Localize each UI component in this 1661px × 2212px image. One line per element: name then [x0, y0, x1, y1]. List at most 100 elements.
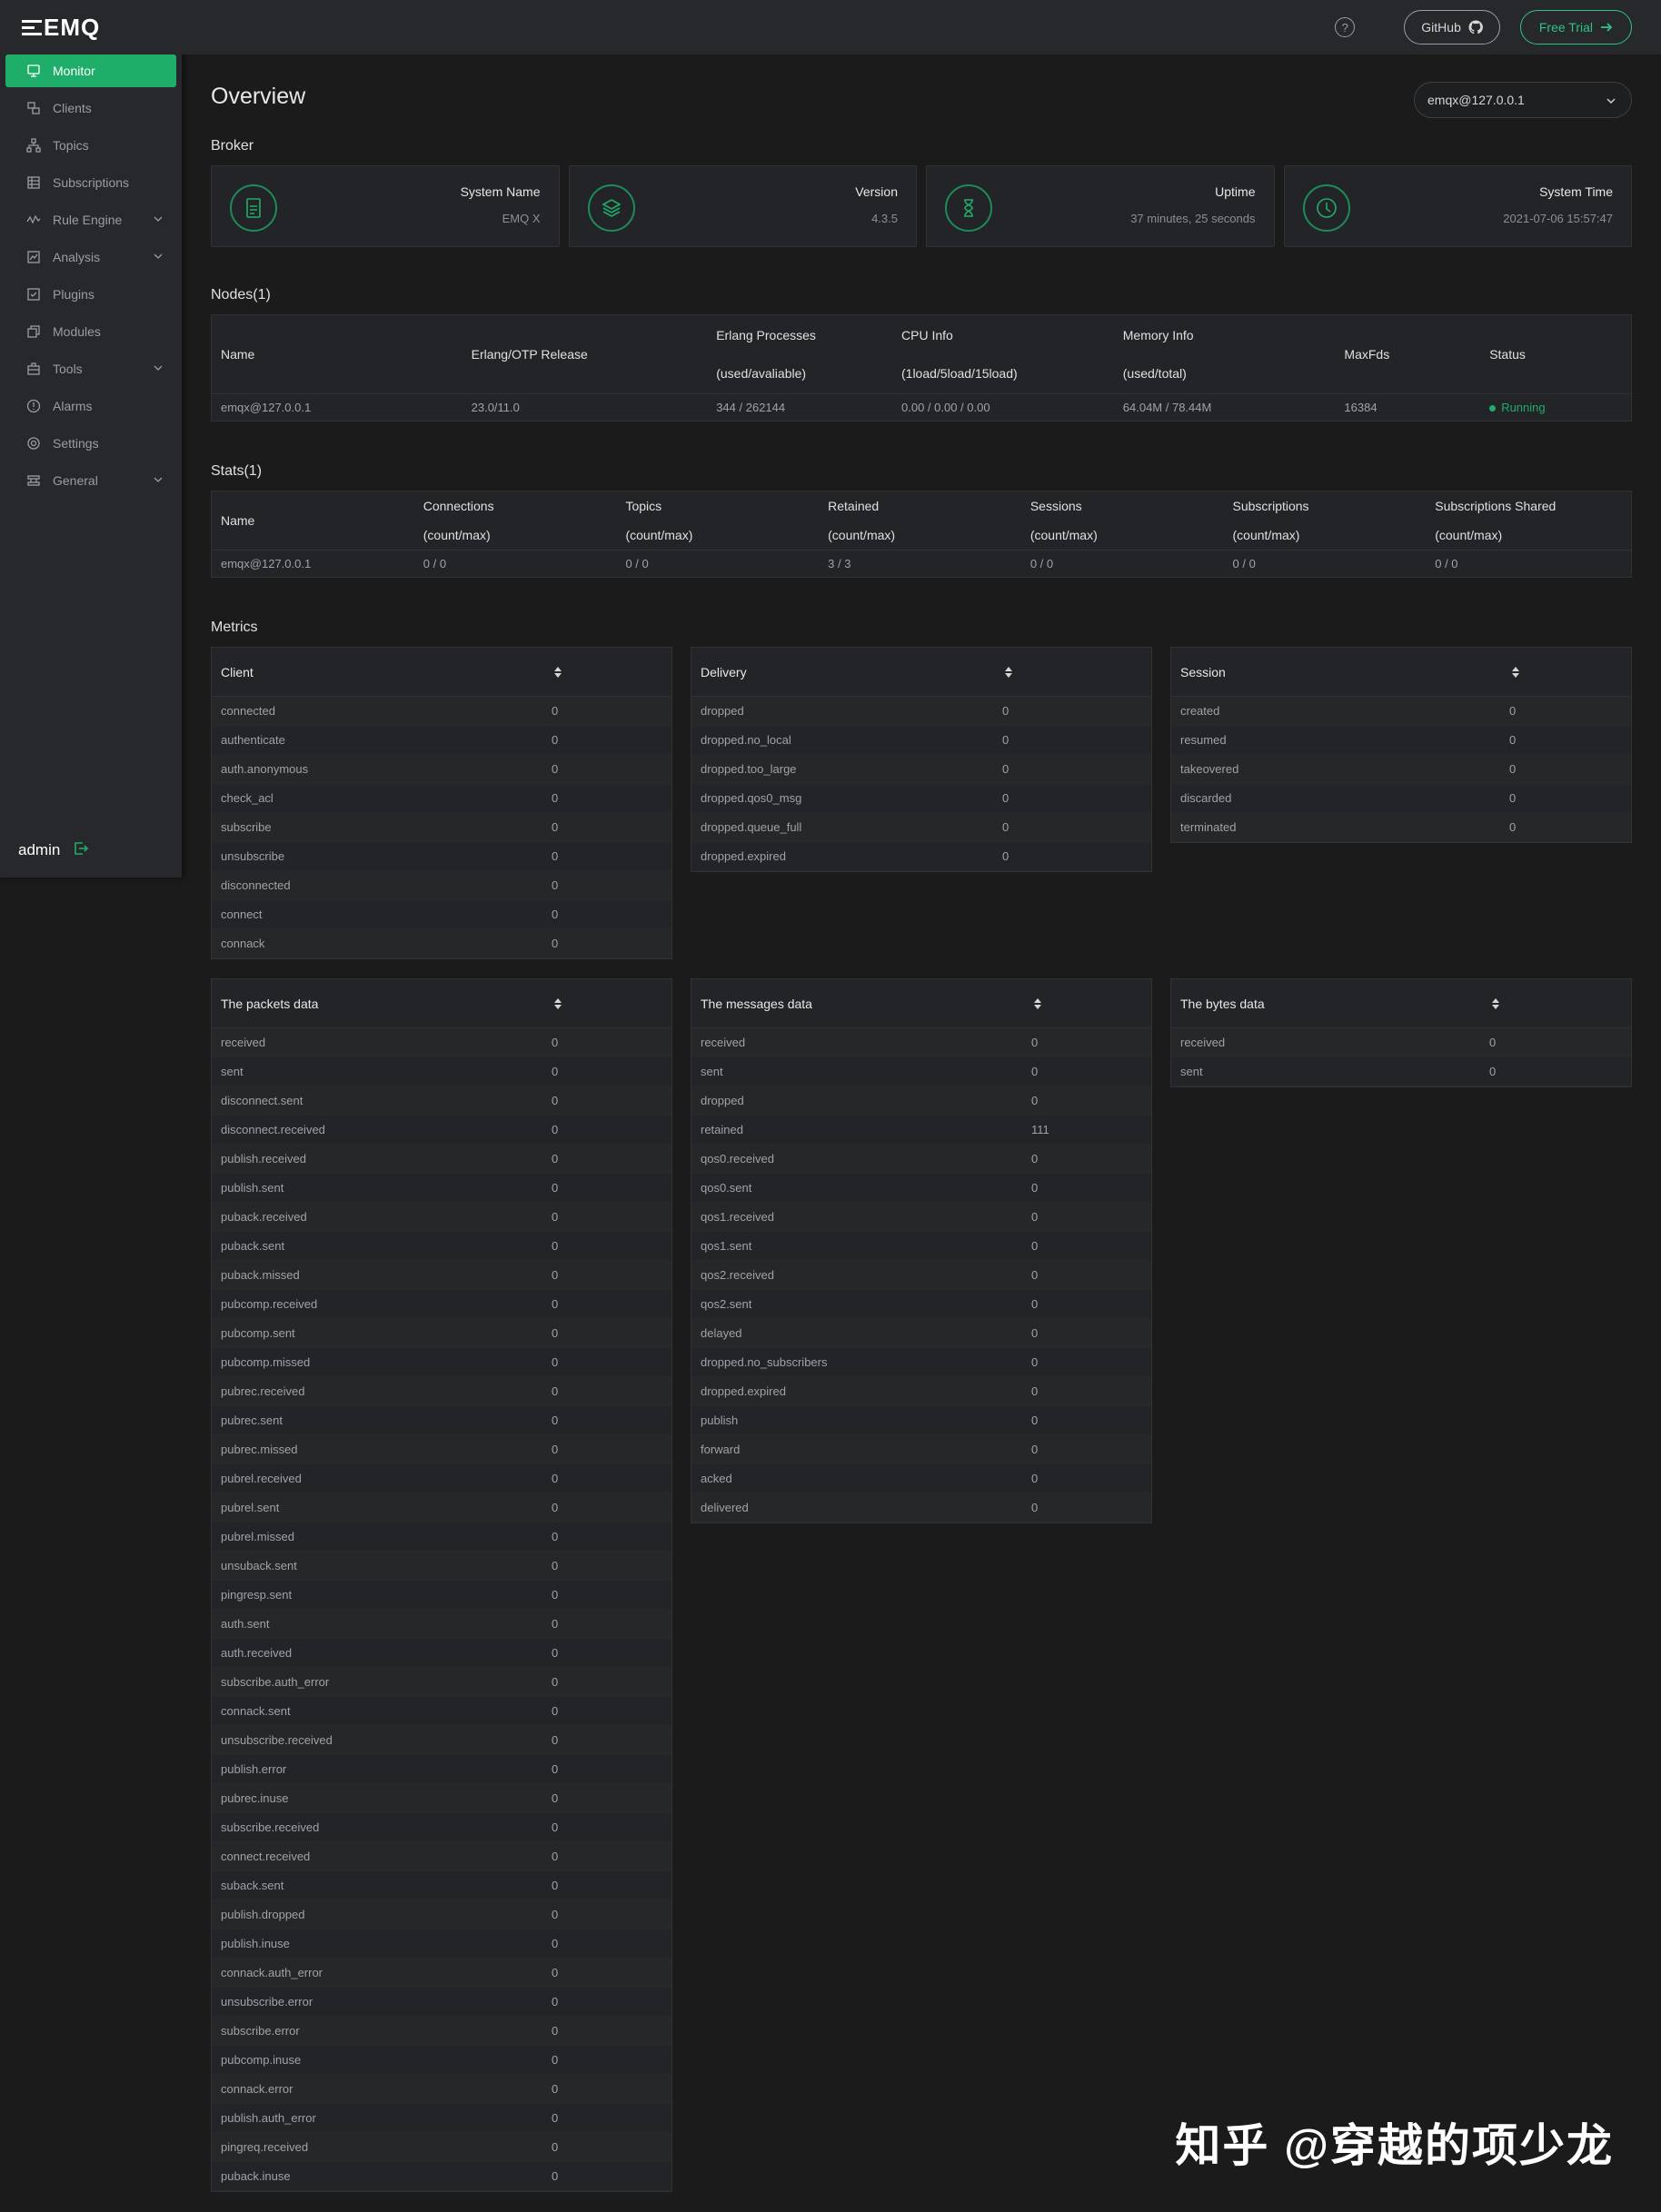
sidebar-item-label: Plugins — [53, 287, 94, 302]
sort-icon[interactable] — [553, 997, 562, 1010]
metric-value: 0 — [552, 1297, 559, 1311]
arrow-right-icon — [1601, 23, 1613, 32]
metric-key: disconnect.sent — [221, 1094, 303, 1107]
table-cell: 23.0/11.0 — [471, 400, 520, 414]
sidebar-item-label: Rule Engine — [53, 213, 123, 227]
chevron-down-icon — [154, 253, 163, 259]
metric-value: 0 — [552, 849, 559, 863]
logout-icon[interactable] — [73, 840, 89, 861]
metric-key: unsubscribe.error — [221, 1995, 313, 2009]
metric-value: 0 — [1031, 1413, 1039, 1427]
metric-key: subscribe.error — [221, 2024, 300, 2038]
sidebar-item-alarms[interactable]: Alarms — [5, 390, 176, 422]
broker-card-label: Uptime — [1215, 184, 1256, 199]
sort-icon[interactable] — [1033, 997, 1042, 1010]
chevron-down-icon — [154, 365, 163, 371]
help-icon[interactable]: ? — [1335, 17, 1356, 37]
metric-row: publish.received 0 — [212, 1145, 671, 1174]
sidebar-item-modules[interactable]: Modules — [5, 315, 176, 348]
metric-key: created — [1180, 704, 1220, 718]
metric-key: dropped.expired — [701, 1384, 786, 1398]
metric-row: pubcomp.missed 0 — [212, 1348, 671, 1377]
metric-value: 0 — [552, 878, 559, 892]
sidebar-item-rule-engine[interactable]: Rule Engine — [5, 203, 176, 236]
metric-key: disconnect.received — [221, 1123, 325, 1136]
metric-row: auth.received 0 — [212, 1639, 671, 1668]
node-select[interactable]: emqx@127.0.0.1 — [1414, 82, 1632, 118]
monitor-icon — [25, 63, 42, 79]
table-cell: 0 / 0 — [1435, 556, 1458, 570]
metric-key: takeovered — [1180, 762, 1239, 776]
free-trial-button[interactable]: Free Trial — [1519, 10, 1632, 45]
metric-key: publish.dropped — [221, 1908, 305, 1921]
metric-value: 0 — [1031, 1443, 1039, 1456]
metric-row: publish.auth_error 0 — [212, 2104, 671, 2133]
metric-key: discarded — [1180, 791, 1232, 805]
metric-table-header: Session — [1171, 648, 1631, 697]
metric-row: retained 111 — [691, 1116, 1151, 1145]
metric-key: acked — [701, 1472, 732, 1485]
metric-row: terminated 0 — [1171, 813, 1631, 842]
sidebar-item-clients[interactable]: Clients — [5, 92, 176, 124]
sort-icon[interactable] — [553, 666, 562, 679]
sidebar-item-subscriptions[interactable]: Subscriptions — [5, 166, 176, 199]
column-header: Name — [212, 315, 462, 394]
username[interactable]: admin — [18, 841, 60, 859]
metric-table-header: The bytes data — [1171, 979, 1631, 1028]
metric-key: connect.received — [221, 1850, 311, 1863]
metric-row: pubrec.missed 0 — [212, 1435, 671, 1464]
sidebar-item-analysis[interactable]: Analysis — [5, 241, 176, 273]
metric-row: qos2.sent 0 — [691, 1290, 1151, 1319]
metric-key: dropped.no_local — [701, 733, 791, 747]
metric-value: 0 — [1031, 1268, 1039, 1282]
sidebar-item-topics[interactable]: Topics — [5, 129, 176, 162]
general-icon — [25, 472, 42, 489]
metric-table-client: Client connected 0 authenticate 0 auth.anonym… — [211, 647, 672, 959]
metric-value: 0 — [552, 1181, 559, 1195]
github-button[interactable]: GitHub — [1404, 10, 1500, 45]
sidebar-item-label: Topics — [53, 138, 89, 153]
metric-value: 0 — [1031, 1501, 1039, 1514]
metric-row: authenticate 0 — [212, 726, 671, 755]
metric-row: publish.sent 0 — [212, 1174, 671, 1203]
metric-row: disconnect.sent 0 — [212, 1086, 671, 1116]
metric-value: 0 — [1509, 704, 1517, 718]
metric-key: auth.received — [221, 1646, 293, 1660]
metric-row: auth.anonymous 0 — [212, 755, 671, 784]
metric-value: 0 — [1031, 1326, 1039, 1340]
metric-key: dropped.qos0_msg — [701, 791, 802, 805]
sort-icon[interactable] — [1511, 666, 1520, 679]
metric-value: 0 — [552, 1355, 559, 1369]
sort-icon[interactable] — [1004, 666, 1013, 679]
metric-key: connect — [221, 908, 263, 921]
metric-key: pubrec.missed — [221, 1443, 298, 1456]
sidebar-item-monitor[interactable]: Monitor — [5, 55, 176, 87]
sidebar-item-label: Monitor — [53, 64, 95, 78]
table-cell: 344 / 262144 — [716, 400, 786, 414]
sidebar-item-tools[interactable]: Tools — [5, 352, 176, 385]
sort-icon[interactable] — [1491, 997, 1500, 1010]
metric-row: pubrel.missed 0 — [212, 1523, 671, 1552]
metric-row: check_acl 0 — [212, 784, 671, 813]
metric-key: qos0.received — [701, 1152, 774, 1166]
metric-value: 0 — [552, 1617, 559, 1631]
metric-key: disconnected — [221, 878, 291, 892]
metric-row: puback.inuse 0 — [212, 2162, 671, 2191]
sidebar-item-label: Subscriptions — [53, 175, 130, 190]
metric-value: 0 — [552, 1850, 559, 1863]
sidebar-item-settings[interactable]: Settings — [5, 427, 176, 460]
status-dot-icon — [1489, 404, 1497, 412]
sidebar-item-general[interactable]: General — [5, 464, 176, 497]
metric-row: unsubscribe.error 0 — [212, 1988, 671, 2017]
metric-row: acked 0 — [691, 1464, 1151, 1493]
metric-value: 0 — [1509, 820, 1517, 834]
sidebar-item-label: Analysis — [53, 250, 101, 264]
metric-row: sent 0 — [1171, 1057, 1631, 1086]
sidebar-item-plugins[interactable]: Plugins — [5, 278, 176, 311]
metric-value: 0 — [552, 908, 559, 921]
metric-key: pubcomp.received — [221, 1297, 318, 1311]
metric-row: qos2.received 0 — [691, 1261, 1151, 1290]
emq-logo[interactable]: EMQ — [0, 0, 182, 55]
metric-table-title: The messages data — [701, 996, 812, 1011]
metric-row: connect 0 — [212, 900, 671, 929]
